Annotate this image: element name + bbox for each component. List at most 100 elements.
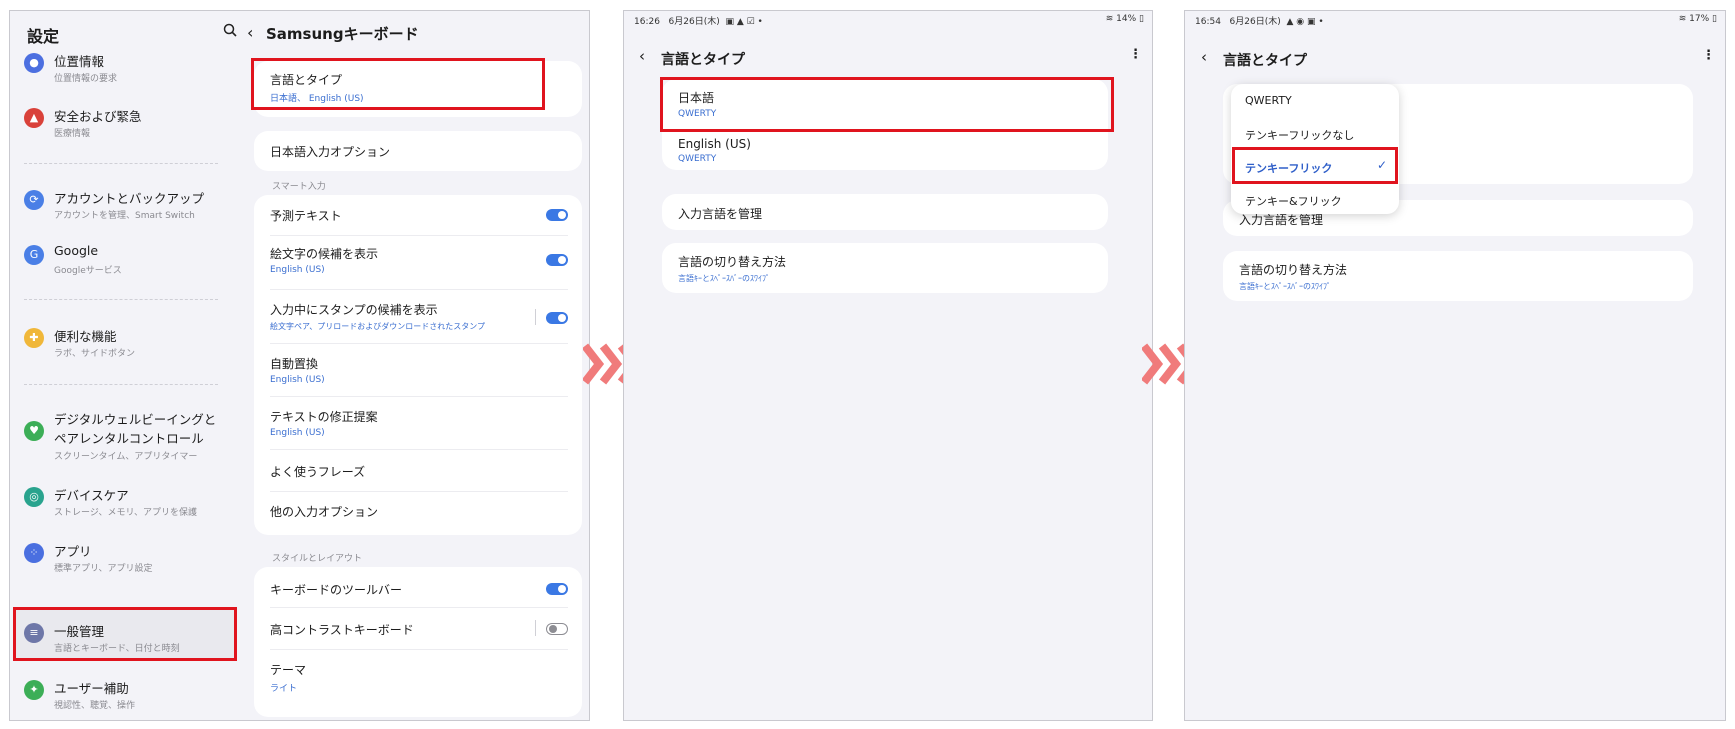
language-layout: QWERTY (678, 154, 717, 164)
divider (24, 299, 218, 300)
switch-method-label: 言語の切り替え方法 (678, 255, 787, 269)
item-subtitle: ストレージ、メモリ、アプリを保護 (54, 508, 198, 518)
section-style-layout: スタイルとレイアウト (272, 554, 363, 564)
highlight-japanese (660, 77, 1114, 132)
settings-item-google[interactable]: G Google Googleサービス (24, 241, 230, 287)
battery-icon: ▯ (1139, 14, 1144, 24)
back-arrow-icon[interactable]: ‹ (639, 47, 645, 65)
menu-item-qwerty[interactable]: QWERTY (1245, 94, 1292, 107)
auto-replace-row[interactable]: 自動置換 English (US) (270, 355, 568, 385)
item-title: ユーザー補助 (54, 681, 129, 696)
contrast-row[interactable]: 高コントラストキーボード (270, 621, 568, 638)
item-title: 安全および緊急 (54, 109, 142, 124)
more-options-icon[interactable]: ⋮ (1702, 48, 1715, 63)
back-arrow-icon[interactable]: ‹ (247, 23, 253, 42)
item-subtitle: 標準アプリ、アプリ設定 (54, 564, 153, 574)
emoji-label: 絵文字の候補を表示 (270, 247, 379, 261)
item-title: デバイスケア (54, 488, 129, 503)
menu-item-tenkey-and-flick[interactable]: テンキー&フリック (1245, 193, 1342, 209)
correction-row[interactable]: テキストの修正提案 English (US) (270, 408, 568, 438)
notification-icons: ▲ ◉ ▣ • (1286, 17, 1324, 27)
more-options-icon[interactable]: ⋮ (1129, 47, 1142, 62)
google-icon: G (24, 245, 44, 265)
wellbeing-icon: ♥ (24, 421, 44, 441)
predictive-text-label: 予測テキスト (270, 209, 342, 223)
status-date: 6月26日(木) (668, 17, 720, 27)
auto-replace-sub: English (US) (270, 375, 325, 385)
contrast-toggle[interactable] (546, 623, 568, 635)
battery-level: 14% (1116, 14, 1137, 24)
settings-item-wellbeing[interactable]: ♥ デジタルウェルビーイングと ペアレンタルコントロール スクリーンタイム、アプ… (24, 407, 230, 469)
gear-plus-icon: ✚ (24, 328, 44, 348)
menu-item-tenkey-no-flick[interactable]: テンキーフリックなし (1245, 127, 1354, 143)
sync-icon: ⟳ (24, 190, 44, 210)
smart-input-card: 予測テキスト 絵文字の候補を表示 English (US) 入力中にスタンプの候… (254, 195, 582, 535)
emergency-icon: ▲ (24, 108, 44, 128)
emoji-toggle[interactable] (546, 254, 568, 266)
item-subtitle: アカウントを管理、Smart Switch (54, 211, 195, 221)
settings-item-location[interactable]: ● 位置情報 位置情報の要求 (24, 49, 230, 95)
predictive-text-row[interactable]: 予測テキスト (270, 207, 568, 224)
divider (24, 163, 218, 164)
toolbar-row[interactable]: キーボードのツールバー (270, 581, 568, 598)
status-right: ≋ 17% ▯ (1679, 14, 1717, 24)
settings-title: 設定 (27, 27, 60, 46)
switch-method-sub: 言語ｷｰとｽﾍﾟｰｽﾊﾞｰのｽﾜｲﾌﾟ (678, 274, 770, 283)
settings-item-accounts[interactable]: ⟳ アカウントとバックアップ アカウントを管理、Smart Switch (24, 186, 230, 232)
item-subtitle: 言語とキーボード、日付と時刻 (54, 644, 180, 654)
sticker-label: 入力中にスタンプの候補を表示 (270, 303, 438, 317)
location-icon: ● (24, 53, 44, 73)
accessibility-icon: ✦ (24, 680, 44, 700)
settings-item-safety[interactable]: ▲ 安全および緊急 医療情報 (24, 104, 230, 150)
phrases-label: よく使うフレーズ (270, 465, 366, 479)
divider (24, 384, 218, 385)
item-title-line2: ペアレンタルコントロール (54, 431, 204, 446)
correction-sub: English (US) (270, 428, 325, 438)
other-options-label: 他の入力オプション (270, 505, 379, 519)
language-type-screen: 16:26 6月26日(木) ▣ ▲ ☑ • ≋ 14% ▯ ‹ 言語とタイプ … (623, 10, 1153, 721)
page-title: 言語とタイプ (661, 52, 745, 68)
theme-row[interactable]: テーマ ライト (270, 661, 568, 694)
settings-item-accessibility[interactable]: ✦ ユーザー補助 視認性、聴覚、操作 (24, 676, 230, 720)
item-subtitle: 位置情報の要求 (54, 74, 118, 84)
back-arrow-icon[interactable]: ‹ (1201, 48, 1207, 66)
toolbar-label: キーボードのツールバー (270, 583, 403, 597)
phrases-row[interactable]: よく使うフレーズ (270, 463, 568, 480)
theme-label: テーマ (270, 663, 307, 677)
predictive-text-toggle[interactable] (546, 209, 568, 221)
item-title: 便利な機能 (54, 329, 117, 344)
manage-languages-label: 入力言語を管理 (678, 207, 763, 221)
settings-item-apps[interactable]: ⁘ アプリ 標準アプリ、アプリ設定 (24, 539, 230, 585)
sticker-toggle[interactable] (546, 312, 568, 324)
item-subtitle: 視認性、聴覚、操作 (54, 701, 136, 711)
item-title: アプリ (54, 544, 92, 559)
correction-label: テキストの修正提案 (270, 410, 378, 424)
status-bar: 16:26 6月26日(木) ▣ ▲ ☑ • (634, 14, 763, 27)
language-type-menu-screen: 16:54 6月26日(木) ▲ ◉ ▣ • ≋ 17% ▯ ‹ 言語とタイプ … (1184, 10, 1726, 721)
switch-method-row[interactable]: 言語の切り替え方法 言語ｷｰとｽﾍﾟｰｽﾊﾞｰのｽﾜｲﾌﾟ (1223, 251, 1693, 301)
language-row-english[interactable]: English (US) QWERTY (678, 137, 1094, 164)
switch-method-label: 言語の切り替え方法 (1239, 263, 1348, 277)
wifi-icon: ≋ (1105, 14, 1114, 24)
item-subtitle: スクリーンタイム、アプリタイマー (54, 452, 198, 462)
emoji-row[interactable]: 絵文字の候補を表示 English (US) (270, 245, 568, 275)
settings-item-device-care[interactable]: ◎ デバイスケア ストレージ、メモリ、アプリを保護 (24, 483, 230, 529)
device-care-icon: ◎ (24, 487, 44, 507)
jp-input-options-label: 日本語入力オプション (270, 145, 391, 159)
sticker-row[interactable]: 入力中にスタンプの候補を表示 絵文字ペア、プリロードおよびダウンロードされたスタ… (270, 301, 568, 332)
toolbar-toggle[interactable] (546, 583, 568, 595)
jp-input-options-card[interactable]: 日本語入力オプション (254, 131, 582, 171)
theme-sub: ライト (270, 684, 298, 694)
settings-item-advanced[interactable]: ✚ 便利な機能 ラボ、サイドボタン (24, 324, 230, 370)
switch-method-row[interactable]: 言語の切り替え方法 言語ｷｰとｽﾍﾟｰｽﾊﾞｰのｽﾜｲﾌﾟ (662, 243, 1108, 293)
highlight-lang-type (251, 58, 545, 110)
manage-languages-row[interactable]: 入力言語を管理 (662, 194, 1108, 230)
apps-icon: ⁘ (24, 543, 44, 563)
item-title: 一般管理 (54, 624, 105, 639)
search-icon[interactable] (223, 23, 237, 41)
notification-icons: ▣ ▲ ☑ • (725, 17, 763, 27)
settings-item-general-management[interactable]: ≡ 一般管理 言語とキーボード、日付と時刻 (24, 619, 230, 665)
page-title: 言語とタイプ (1223, 53, 1307, 69)
other-options-row[interactable]: 他の入力オプション (270, 503, 568, 520)
item-subtitle: Googleサービス (54, 266, 122, 276)
